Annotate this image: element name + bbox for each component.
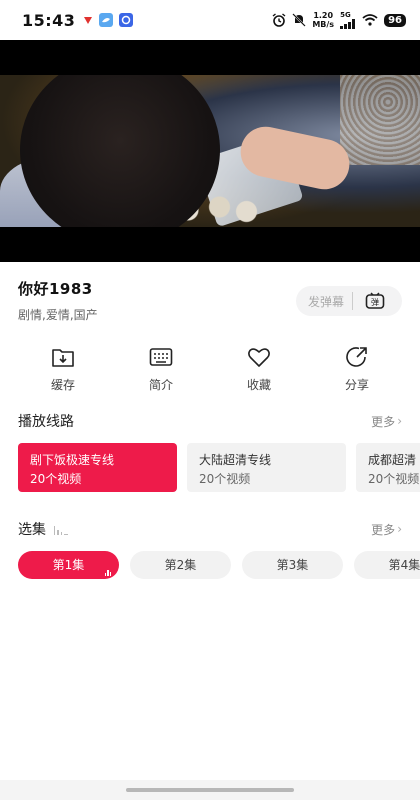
play-lines-list: 剧下饭极速专线 20个视频 大陆超清专线 20个视频 成都超清 20个视频 xyxy=(18,443,420,493)
cache-button[interactable]: 缓存 xyxy=(18,344,108,394)
episodes-section-header: 选集 更多 › xyxy=(18,518,402,540)
play-line-count: 20个视频 xyxy=(199,472,251,486)
danmu-box: 发弹幕 弹 xyxy=(296,286,402,316)
episode-list: 第1集 第2集 第3集 第4集 xyxy=(18,551,420,580)
status-notification-icons xyxy=(83,13,134,27)
keyboard-icon xyxy=(148,344,174,370)
play-line-card[interactable]: 成都超清 20个视频 xyxy=(356,443,420,492)
chevron-right-icon: › xyxy=(397,414,402,428)
show-info: 你好1983 剧情,爱情,国产 发弹幕 弹 xyxy=(18,278,402,328)
danmu-input[interactable]: 发弹幕 xyxy=(296,293,352,310)
episode-chip[interactable]: 第2集 xyxy=(130,551,231,579)
danmu-divider xyxy=(352,292,353,310)
episodes-more-label: 更多 xyxy=(371,522,396,537)
lines-more-label: 更多 xyxy=(371,414,396,429)
share-label: 分享 xyxy=(344,378,369,392)
play-line-count: 20个视频 xyxy=(30,472,82,486)
svg-text:弹: 弹 xyxy=(371,297,379,307)
sort-bars-icon[interactable] xyxy=(54,523,68,535)
episodes-section-title: 选集 xyxy=(18,522,46,538)
episode-chip[interactable]: 第4集 xyxy=(354,551,420,579)
show-tags: 剧情,爱情,国产 xyxy=(18,308,98,322)
gesture-bar xyxy=(0,780,420,800)
intro-label: 简介 xyxy=(148,378,173,392)
play-line-name: 成都超清 xyxy=(368,453,417,467)
play-line-count: 20个视频 xyxy=(368,472,420,486)
episode-chip[interactable]: 第3集 xyxy=(242,551,343,579)
battery-indicator: 96 xyxy=(384,13,406,27)
episode-label: 第1集 xyxy=(52,558,85,572)
play-line-name: 剧下饭极速专线 xyxy=(30,453,115,467)
lines-section-title: 播放线路 xyxy=(18,414,74,430)
action-row: 缓存 简介 收藏 分享 xyxy=(18,344,402,394)
status-bar: 15:43 1.20 MB/s 5G 96 xyxy=(0,0,420,40)
signal-bars-icon xyxy=(340,19,356,29)
favorite-label: 收藏 xyxy=(246,378,271,392)
download-icon xyxy=(50,344,76,370)
net-speed-unit: MB/s xyxy=(312,20,335,29)
net-speed-value: 1.20 xyxy=(313,11,334,20)
lines-section-header: 播放线路 更多 › xyxy=(18,410,402,432)
red-arrow-icon xyxy=(84,17,93,24)
play-line-card[interactable]: 大陆超清专线 20个视频 xyxy=(187,443,346,492)
network-speed: 1.20 MB/s xyxy=(312,11,334,29)
episode-label: 第4集 xyxy=(388,558,420,572)
play-line-card[interactable]: 剧下饭极速专线 20个视频 xyxy=(18,443,177,492)
share-icon xyxy=(344,344,370,370)
alarm-icon xyxy=(272,13,286,27)
play-line-name: 大陆超清专线 xyxy=(199,453,272,467)
signal-label: 5G xyxy=(340,11,351,19)
video-scene-person xyxy=(20,75,220,227)
app-notification-icon xyxy=(119,13,134,27)
video-player[interactable] xyxy=(0,40,420,262)
status-right-icons: 1.20 MB/s 5G 96 xyxy=(272,11,406,29)
danmu-toggle-icon: 弹 xyxy=(365,292,385,309)
mute-bell-icon xyxy=(292,13,307,27)
episode-label: 第3集 xyxy=(276,558,309,572)
lines-more-button[interactable]: 更多 › xyxy=(371,413,402,430)
home-indicator[interactable] xyxy=(126,788,294,792)
intro-button[interactable]: 简介 xyxy=(116,344,206,394)
favorite-button[interactable]: 收藏 xyxy=(214,344,304,394)
episode-chip[interactable]: 第1集 xyxy=(18,551,119,579)
status-time: 15:43 xyxy=(22,10,76,30)
heart-icon xyxy=(246,344,272,370)
share-button[interactable]: 分享 xyxy=(312,344,402,394)
chevron-right-icon: › xyxy=(397,522,402,536)
video-scene-beads xyxy=(340,75,420,165)
episodes-more-button[interactable]: 更多 › xyxy=(371,521,402,538)
cache-label: 缓存 xyxy=(50,378,75,392)
bird-app-icon xyxy=(99,13,114,27)
episode-label: 第2集 xyxy=(164,558,197,572)
danmu-toggle-button[interactable]: 弹 xyxy=(363,289,387,313)
wifi-icon xyxy=(362,14,378,26)
video-frame[interactable] xyxy=(0,75,420,227)
cellular-signal: 5G xyxy=(340,11,356,29)
now-playing-icon xyxy=(104,568,111,576)
